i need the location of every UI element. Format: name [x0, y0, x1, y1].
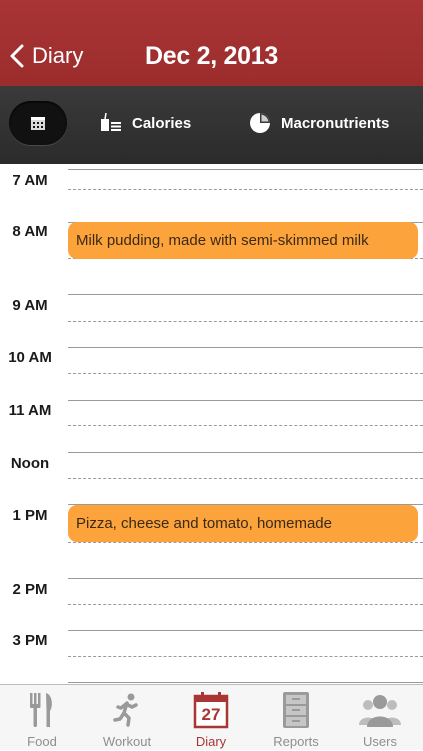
hour-label: 3 PM: [12, 632, 48, 649]
users-icon: [359, 695, 401, 727]
diary-event[interactable]: Pizza, cheese and tomato, homemade: [68, 505, 418, 542]
tab-label: Reports: [273, 734, 319, 749]
hour-label: 7 AM: [12, 172, 48, 189]
day-view[interactable]: 7 AM 8 AM 9 AM 10 AM 11 AM Noon 1 PM 2 P…: [0, 164, 423, 684]
drink-food-icon: [101, 113, 121, 131]
tab-users[interactable]: Users: [338, 685, 422, 751]
hour-label: 10 AM: [8, 349, 52, 366]
half-hour-line: [68, 321, 423, 322]
file-cabinet-icon: [283, 692, 309, 728]
hour-line: [68, 347, 423, 348]
half-hour-line: [68, 478, 423, 479]
hour-line: [68, 630, 423, 631]
hour-label: 2 PM: [12, 581, 48, 598]
fork-knife-icon: [30, 693, 52, 727]
tab-label: Diary: [195, 734, 227, 749]
calendar-day-badge: 27: [201, 705, 221, 724]
hour-line: [68, 400, 423, 401]
calories-label: Calories: [132, 114, 192, 132]
half-hour-line: [68, 656, 423, 657]
half-hour-line: [68, 373, 423, 374]
calendar-view-button[interactable]: [9, 101, 67, 145]
macronutrients-button[interactable]: Macronutrients: [249, 108, 389, 138]
hour-line: [68, 294, 423, 295]
nav-header: Diary Dec 2, 2013: [0, 0, 423, 86]
tab-food[interactable]: Food: [0, 685, 84, 751]
tab-label: Food: [27, 734, 57, 749]
hour-line: [68, 682, 423, 683]
hour-label: 9 AM: [12, 297, 48, 314]
calories-button[interactable]: Calories: [100, 108, 191, 138]
tab-workout[interactable]: Workout: [85, 685, 169, 751]
half-hour-line: [68, 425, 423, 426]
tab-bar: Food Workout 27 Diary Reports Users: [0, 684, 423, 750]
back-button[interactable]: Diary: [10, 38, 83, 74]
chevron-left-icon: [10, 44, 24, 68]
hour-label: 1 PM: [12, 507, 48, 524]
hour-label: 8 AM: [12, 223, 48, 240]
tab-label: Workout: [102, 734, 152, 749]
tab-label: Users: [363, 734, 397, 749]
half-hour-line: [68, 542, 423, 543]
hour-label: 11 AM: [8, 402, 52, 419]
page-title: Dec 2, 2013: [145, 42, 278, 70]
hour-line: [68, 452, 423, 453]
toolbar: Calories Macronutrients: [0, 86, 423, 164]
half-hour-line: [68, 604, 423, 605]
diary-event[interactable]: Milk pudding, made with semi-skimmed mil…: [68, 222, 418, 259]
macronutrients-label: Macronutrients: [281, 114, 390, 132]
pie-chart-icon: [250, 113, 270, 133]
hour-line: [68, 169, 423, 170]
tab-diary[interactable]: 27 Diary: [169, 685, 253, 751]
hour-line: [68, 578, 423, 579]
back-label: Diary: [32, 43, 84, 68]
tab-reports[interactable]: Reports: [254, 685, 338, 751]
calendar-icon: 27: [193, 691, 229, 729]
hour-label: Noon: [10, 455, 50, 472]
calendar-grid-icon: [31, 117, 45, 130]
half-hour-line: [68, 189, 423, 190]
running-person-icon: [113, 693, 138, 727]
